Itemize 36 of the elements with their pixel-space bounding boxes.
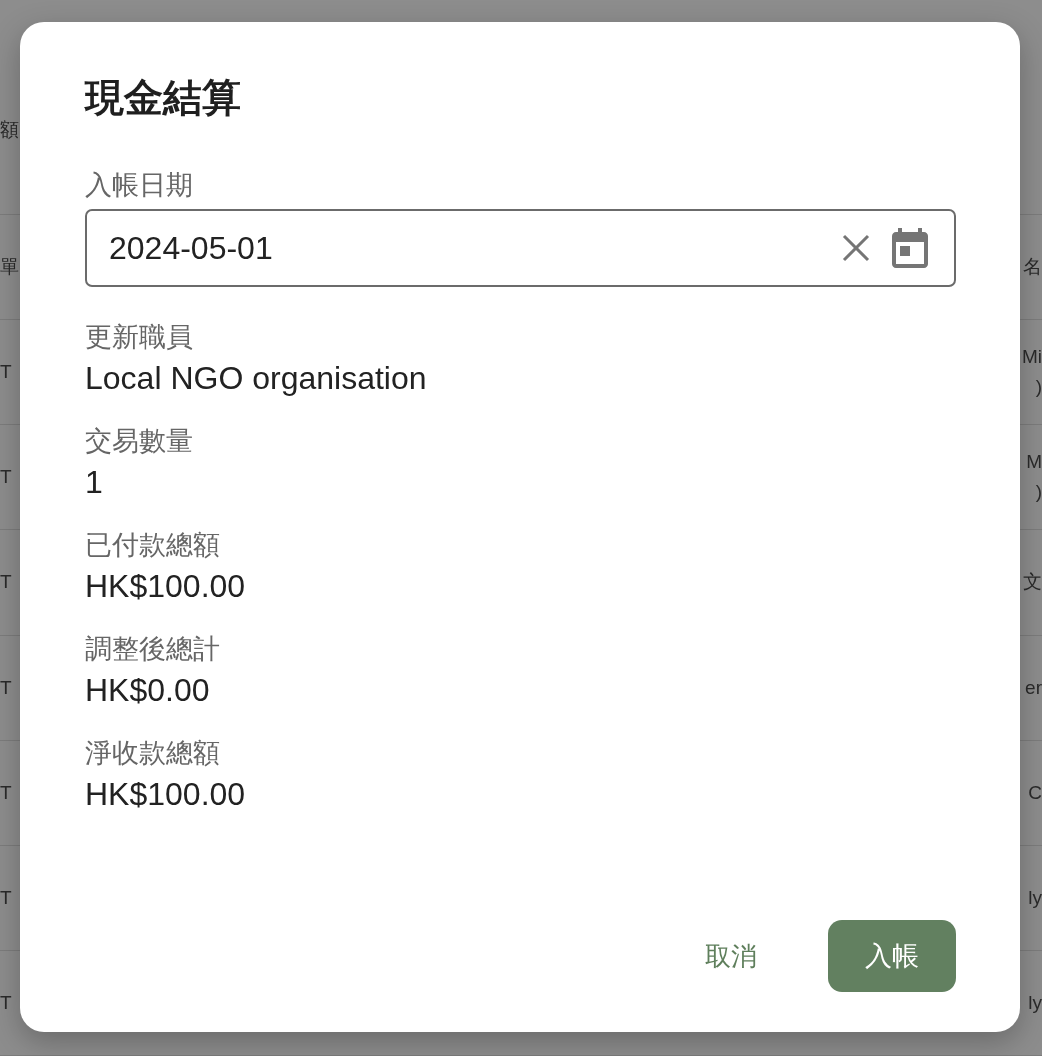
field-value: HK$100.00 (85, 567, 246, 606)
table-text: T (0, 360, 12, 385)
table-text: 文 (1023, 570, 1042, 595)
field-value: 1 (85, 463, 103, 502)
cancel-button[interactable]: 取消 (689, 920, 773, 992)
field-label: 調整後總計 (85, 633, 220, 666)
date-field[interactable]: 2024-05-01 (85, 209, 956, 287)
table-text: M (1026, 450, 1042, 475)
field-value: HK$100.00 (85, 775, 246, 814)
table-text: ly (1028, 990, 1042, 1015)
dialog-title: 現金結算 (85, 78, 241, 118)
calendar-icon[interactable] (892, 228, 928, 268)
table-text: 單 (0, 255, 19, 280)
close-icon[interactable] (842, 234, 870, 262)
post-button[interactable]: 入帳 (828, 920, 956, 992)
table-text: T (0, 570, 12, 595)
field-label: 淨收款總額 (85, 737, 220, 770)
table-text: 名 (1023, 255, 1042, 280)
table-text: T (0, 675, 12, 700)
field-value: Local NGO organisation (85, 359, 427, 398)
table-text: ly (1028, 885, 1042, 910)
field-label: 入帳日期 (85, 169, 193, 202)
table-text: C (1028, 780, 1042, 805)
field-value: HK$0.00 (85, 671, 210, 710)
table-text: er (1025, 675, 1042, 700)
table-text: T (0, 885, 12, 910)
table-text: ) (1035, 480, 1042, 505)
table-text: 額 (0, 118, 19, 142)
table-text: T (0, 780, 12, 805)
table-text: Mi (1021, 345, 1042, 370)
table-text: T (0, 990, 12, 1015)
table-text: T (0, 465, 12, 490)
table-text: ) (1035, 375, 1042, 400)
field-label: 已付款總額 (85, 529, 220, 562)
field-label: 交易數量 (85, 425, 193, 458)
field-label: 更新職員 (85, 321, 193, 354)
